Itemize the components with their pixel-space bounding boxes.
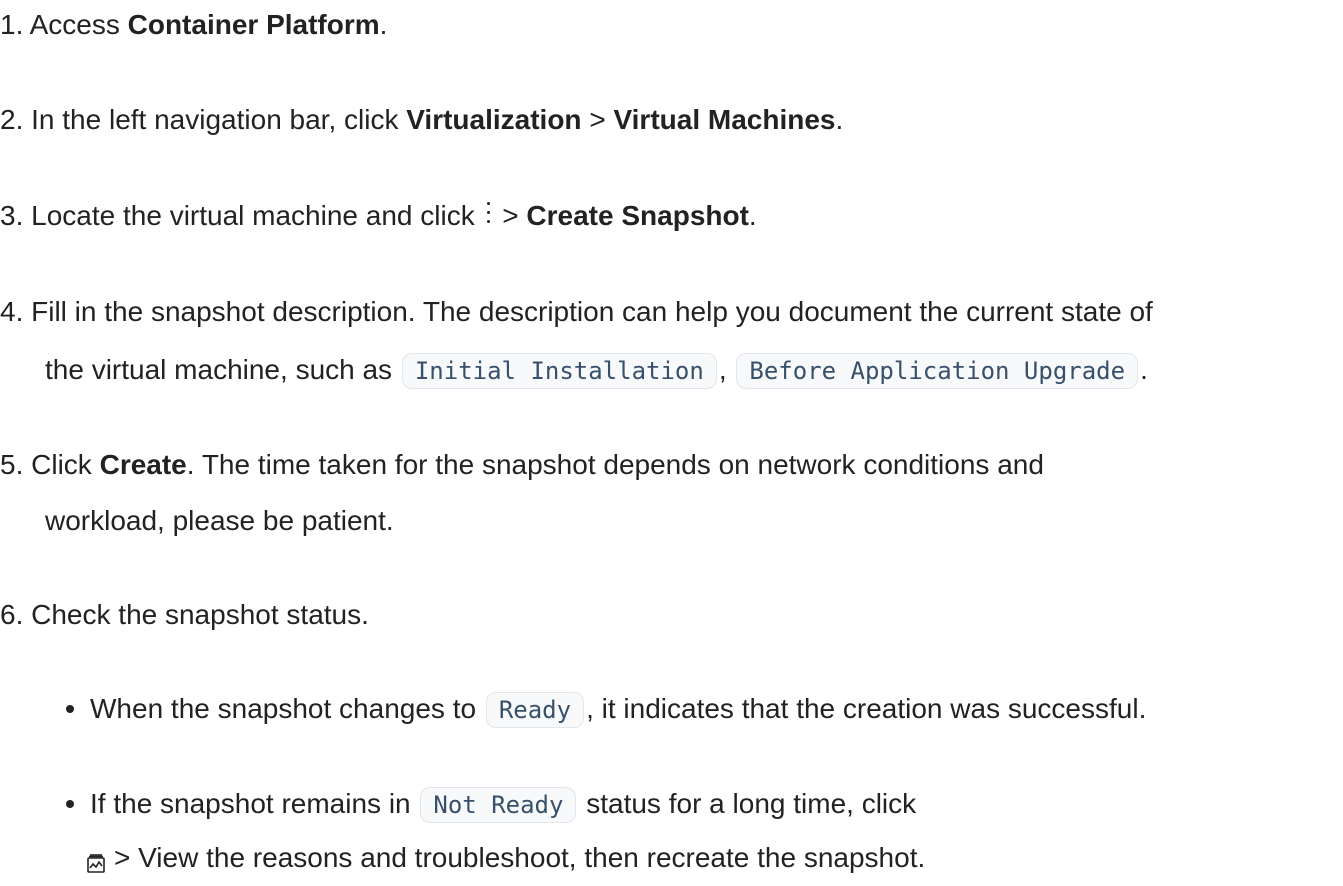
step-4-line-2: the virtual machine, such as Initial Ins…: [45, 350, 1148, 390]
step-text: Check the snapshot status.: [31, 599, 369, 630]
step-number: 3.: [0, 200, 24, 231]
step-punct: .: [379, 9, 388, 40]
step-text: In the left navigation bar, click: [31, 104, 407, 135]
bullet-item-2-line-2: > View the reasons and troubleshoot, the…: [84, 838, 925, 878]
step-number: 6.: [0, 599, 24, 630]
step-separator: >: [581, 104, 614, 135]
step-bold-term: Container Platform: [127, 9, 380, 40]
step-text: Access: [29, 9, 128, 40]
step-5-line-2: workload, please be patient.: [45, 501, 394, 541]
step-bold-term: Virtualization: [406, 104, 582, 135]
status-code-ready: Ready: [485, 692, 585, 728]
bullet-text: > View the reasons and troubleshoot, the…: [114, 842, 926, 873]
step-6: 6. Check the snapshot status.: [0, 595, 369, 635]
step-punct: .: [748, 200, 757, 231]
bullet-item-2: If the snapshot remains in Not Ready sta…: [66, 784, 916, 824]
step-number: 4.: [0, 296, 24, 327]
document: 1. Access Container Platform. 2. In the …: [0, 0, 1343, 886]
step-text: . The time taken for the snapshot depend…: [186, 449, 1044, 480]
step-bold-term: Create: [99, 449, 187, 480]
step-text: Locate the virtual machine and click: [31, 200, 483, 231]
step-4-line-1: 4. Fill in the snapshot description. The…: [0, 292, 1153, 332]
more-vertical-icon: [486, 201, 491, 226]
bullet-item-1: When the snapshot changes to Ready, it i…: [66, 689, 1146, 729]
bullet-text: When the snapshot changes to: [90, 693, 484, 724]
step-number: 2.: [0, 104, 24, 135]
step-number: 1.: [0, 9, 24, 40]
event-log-icon: [84, 846, 108, 873]
inline-code-example: Initial Installation: [401, 353, 717, 389]
bullet-text: , it indicates that the creation was suc…: [586, 693, 1147, 724]
step-text: the virtual machine, such as: [45, 354, 400, 385]
bullet-text: status for a long time, click: [578, 788, 917, 819]
step-text: Fill in the snapshot description. The de…: [31, 296, 1153, 327]
step-3: 3. Locate the virtual machine and click …: [0, 196, 757, 236]
inline-code-example: Before Application Upgrade: [736, 353, 1139, 389]
step-bold-term: Virtual Machines: [613, 104, 836, 135]
bullet-dot: [66, 799, 74, 808]
step-punct: .: [1140, 354, 1148, 385]
step-separator: >: [494, 200, 527, 231]
step-punct: ,: [718, 354, 727, 385]
step-bold-term: Create Snapshot: [526, 200, 749, 231]
step-2: 2. In the left navigation bar, click Vir…: [0, 100, 843, 140]
step-text: Click: [31, 449, 100, 480]
bullet-dot: [66, 704, 74, 713]
status-code-not-ready: Not Ready: [420, 787, 577, 823]
step-number: 5.: [0, 449, 24, 480]
step-text: workload, please be patient.: [45, 505, 394, 536]
step-punct: .: [835, 104, 844, 135]
step-5-line-1: 5. Click Create. The time taken for the …: [0, 445, 1044, 485]
step-1: 1. Access Container Platform.: [0, 5, 387, 45]
bullet-text: If the snapshot remains in: [90, 788, 419, 819]
